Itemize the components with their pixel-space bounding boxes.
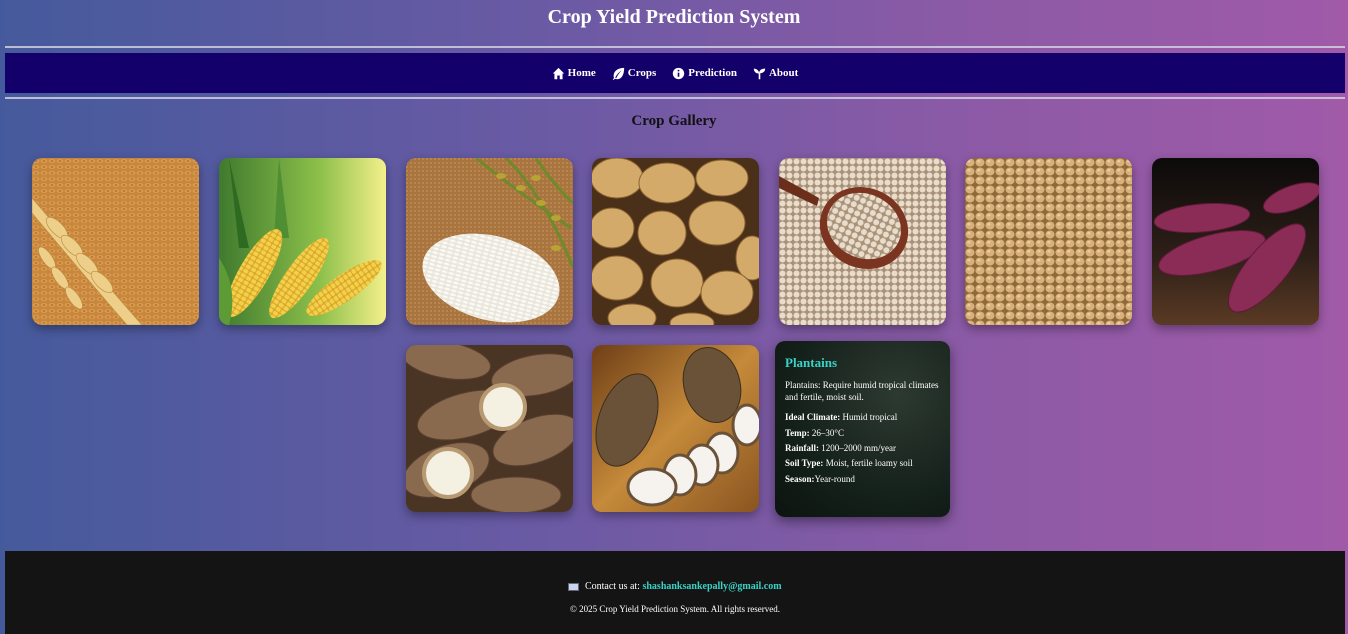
copyright: © 2025 Crop Yield Prediction System. All… (570, 604, 780, 614)
crop-card-maize[interactable] (219, 158, 386, 325)
divider (5, 46, 1345, 48)
cassava-image (406, 345, 573, 512)
maize-image (219, 158, 386, 325)
seedling-icon (753, 68, 766, 79)
potato-image (592, 158, 759, 325)
contact-label: Contact us at: (584, 581, 643, 592)
nav-home-label: Home (567, 67, 596, 79)
nav-about-label: About (768, 67, 799, 79)
contact-line: Contact us at: shashanksankepally@gmail.… (5, 581, 1345, 592)
envelope-icon (568, 582, 580, 591)
nav-prediction-label: Prediction (688, 67, 737, 79)
divider (5, 97, 1345, 99)
crop-card-millet[interactable] (779, 158, 946, 325)
wheat-image (32, 158, 199, 325)
rice-image (406, 158, 573, 325)
navbar: Home Crops Prediction About (5, 53, 1345, 93)
crop-info-soil: Soil Type: Moist, fertile loamy soil (785, 458, 913, 469)
crop-info-temp: Temp: 26–30°C (785, 427, 845, 438)
crop-card-soybean[interactable] (965, 158, 1132, 325)
millet-image (779, 158, 946, 325)
crop-card-potato[interactable] (592, 158, 759, 325)
crop-info-title: Plantains (785, 355, 838, 370)
home-icon (552, 67, 564, 79)
soybean-image (965, 158, 1132, 325)
crop-card-wheat[interactable] (32, 158, 199, 325)
yam-image (592, 345, 759, 512)
leaf-icon (612, 67, 624, 80)
info-icon (673, 67, 685, 79)
page-title: Crop Yield Prediction System (547, 6, 801, 28)
nav-about[interactable]: About (753, 67, 798, 80)
crop-info-card[interactable]: Plantains Plantains: Require humid tropi… (775, 341, 950, 517)
crop-info-climate: Ideal Climate: Humid tropical (785, 412, 898, 423)
sweet-potato-image (1152, 158, 1319, 325)
crop-card-rice[interactable] (406, 158, 573, 325)
crop-info-description: Plantains: Require humid tropical climat… (785, 380, 939, 402)
crop-info-rainfall: Rainfall: 1200–2000 mm/year (785, 442, 897, 453)
gallery-title: Crop Gallery (631, 113, 717, 129)
nav-home[interactable]: Home (552, 67, 596, 80)
nav-prediction[interactable]: Prediction (672, 67, 737, 80)
crop-card-cassava[interactable] (406, 345, 573, 512)
crop-card-sweet-potato[interactable] (1152, 158, 1319, 325)
crop-info-season: Season:Year-round (785, 473, 855, 484)
footer: Contact us at: shashanksankepally@gmail.… (5, 551, 1345, 634)
nav-crops-label: Crops (627, 67, 657, 79)
nav-crops[interactable]: Crops (612, 67, 657, 80)
contact-email-link[interactable]: shashanksankepally@gmail.com (642, 581, 781, 592)
crop-card-yam[interactable] (592, 345, 759, 512)
